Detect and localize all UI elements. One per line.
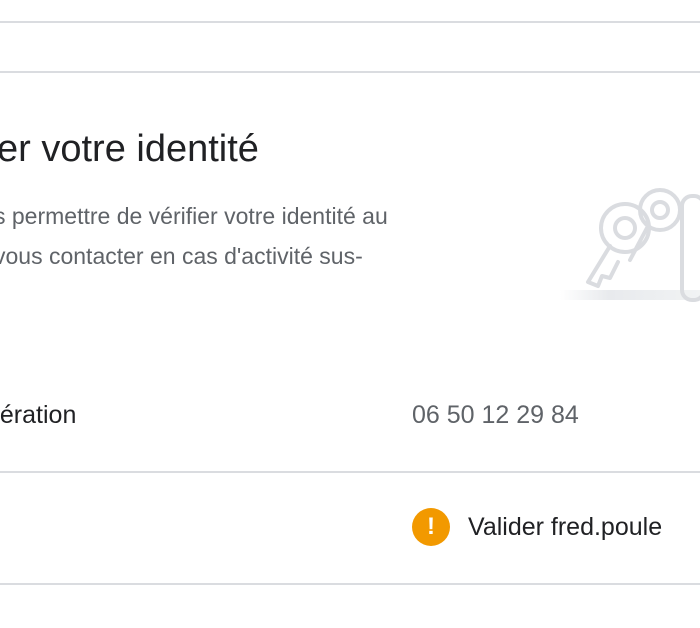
email-row-value: Valider fred.poule xyxy=(468,512,663,541)
section-description: s permettre de vérifier votre identité a… xyxy=(0,196,554,276)
email-row[interactable]: n ! Valider fred.poule xyxy=(0,472,700,582)
card-top-divider xyxy=(0,71,700,73)
warning-icon: ! xyxy=(412,508,450,546)
bottom-divider xyxy=(0,583,700,585)
phone-row-label: pération xyxy=(0,401,77,429)
phone-row[interactable]: pération 06 50 12 29 84 xyxy=(0,360,700,470)
security-page: fier votre identité s permettre de vérif… xyxy=(0,0,700,628)
email-row-status: ! Valider fred.poule xyxy=(412,472,662,582)
section-title: fier votre identité xyxy=(0,128,259,170)
top-divider xyxy=(0,21,700,23)
description-line-1: s permettre de vérifier votre identité a… xyxy=(0,203,388,229)
description-line-2: vous contacter en cas d'activité sus- xyxy=(0,243,363,269)
phone-row-value: 06 50 12 29 84 xyxy=(412,401,579,429)
keys-illustration xyxy=(560,188,700,302)
